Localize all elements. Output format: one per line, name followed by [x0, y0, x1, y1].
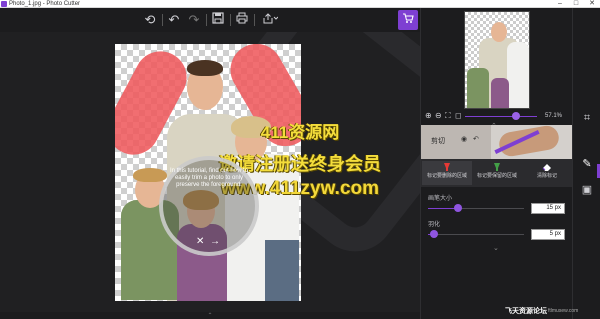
main-toolbar: ⟲ ↶ ↷ — [0, 8, 420, 32]
crop-icon[interactable]: ⌗ — [579, 110, 595, 126]
settings-panel: ⊕ ⊖ ⛶ ◻ 57.1% ⌃ 剪切 ◉ ↶ 标记要删除的区域 标记要保留的区域 — [420, 8, 573, 319]
back-icon[interactable]: ⟲ — [142, 12, 158, 28]
zoom-out-icon[interactable]: ⊖ — [435, 110, 442, 122]
actual-size-icon[interactable]: ◻ — [455, 110, 462, 122]
mark-delete-tool[interactable]: 标记要删除的区域 — [422, 161, 472, 185]
feather-input[interactable]: 5 px — [531, 229, 565, 240]
mark-delete-label: 标记要删除的区域 — [426, 173, 467, 179]
eraser-label: 清除标记 — [536, 173, 557, 179]
title-bar: Photo_1.jpg - Photo Cutter – □ ✕ — [0, 0, 600, 8]
reset-icon[interactable]: ↶ — [473, 135, 479, 143]
window-controls: – □ ✕ — [552, 0, 600, 8]
thumbnail-girl — [491, 78, 509, 108]
feather-handle[interactable] — [430, 230, 438, 238]
brush-size-handle[interactable] — [454, 204, 462, 212]
toolbar-divider — [162, 14, 163, 26]
thumbnail-father-face — [491, 22, 507, 42]
chevron-down-icon[interactable]: ⌄ — [493, 244, 499, 252]
cart-icon — [403, 13, 414, 23]
cut-mode-banner: 剪切 ◉ ↶ — [421, 125, 573, 159]
undo-icon[interactable]: ↶ — [166, 12, 182, 28]
close-button[interactable]: ✕ — [584, 0, 600, 8]
print-icon[interactable] — [234, 12, 250, 28]
redo-icon[interactable]: ↷ — [186, 12, 202, 28]
father-hair — [187, 60, 223, 76]
window-title: Photo_1.jpg - Photo Cutter — [9, 1, 81, 7]
brush-size-fill — [428, 208, 457, 209]
green-marker-icon — [494, 163, 500, 171]
toolbar-divider — [230, 14, 231, 26]
app-icon — [1, 1, 7, 7]
save-icon[interactable] — [210, 12, 226, 28]
eye-icon[interactable]: ◉ — [461, 135, 467, 143]
thumbnail-mother — [507, 42, 529, 108]
feather-label: 羽化 — [428, 222, 441, 228]
background-image-icon[interactable]: ▣ — [579, 182, 595, 198]
pencil-icon[interactable]: ✎ — [579, 156, 595, 172]
eraser-icon — [542, 164, 551, 171]
mother-jeans — [265, 240, 299, 301]
cut-mode-label: 剪切 — [431, 138, 445, 145]
tutorial-next-icon[interactable]: → — [210, 236, 220, 247]
app-window: Photo_1.jpg - Photo Cutter – □ ✕ ⟲ ↶ ↷ 4… — [0, 0, 600, 319]
tutorial-text: In this tutorial, find out how to easily… — [169, 168, 249, 188]
print-icon-glyph — [236, 12, 248, 24]
tutorial-close-icon[interactable]: ✕ — [196, 236, 204, 247]
fit-to-window-icon[interactable]: ⛶ — [445, 110, 451, 122]
maximize-button[interactable]: □ — [568, 0, 584, 8]
toolbar-divider — [254, 14, 255, 26]
mark-keep-tool[interactable]: 标记要保留的区域 — [472, 161, 522, 185]
brush-size-label: 画笔大小 — [428, 196, 453, 202]
banner-hand-image — [497, 125, 561, 159]
side-toolbar: ⌗ ✎ ▣ — [572, 8, 600, 319]
zoom-in-icon[interactable]: ⊕ — [425, 110, 432, 122]
zoom-slider-track[interactable] — [465, 116, 537, 117]
share-icon-glyph — [263, 13, 279, 24]
brush-size-input[interactable]: 15 px — [531, 203, 565, 214]
zoom-controls: ⊕ ⊖ ⛶ ◻ 57.1% — [425, 110, 571, 122]
eraser-tool[interactable]: 清除标记 — [522, 161, 572, 185]
save-icon-glyph — [212, 12, 224, 24]
zoom-value: 57.1% — [545, 113, 563, 119]
corner-watermark-url: ftlmusew.com — [548, 308, 579, 314]
zoom-slider-handle[interactable] — [512, 112, 520, 120]
boy-hair — [133, 168, 167, 182]
red-marker-icon — [444, 163, 450, 171]
marker-tools: 标记要删除的区域 标记要保留的区域 清除标记 — [421, 159, 573, 187]
navigator-thumbnail[interactable] — [464, 11, 530, 109]
toolbar-divider — [206, 14, 207, 26]
watermark-title: 411资源网 — [260, 123, 340, 142]
expand-handle-icon[interactable]: ⌃ — [200, 312, 220, 319]
thumbnail-boy — [467, 68, 489, 108]
cart-button[interactable] — [398, 10, 418, 30]
minimize-button[interactable]: – — [552, 0, 568, 8]
feather-track[interactable] — [428, 234, 524, 235]
corner-watermark: 飞天资源论坛 — [505, 308, 547, 315]
share-icon[interactable] — [260, 12, 280, 28]
mark-keep-label: 标记要保留的区域 — [476, 173, 517, 179]
